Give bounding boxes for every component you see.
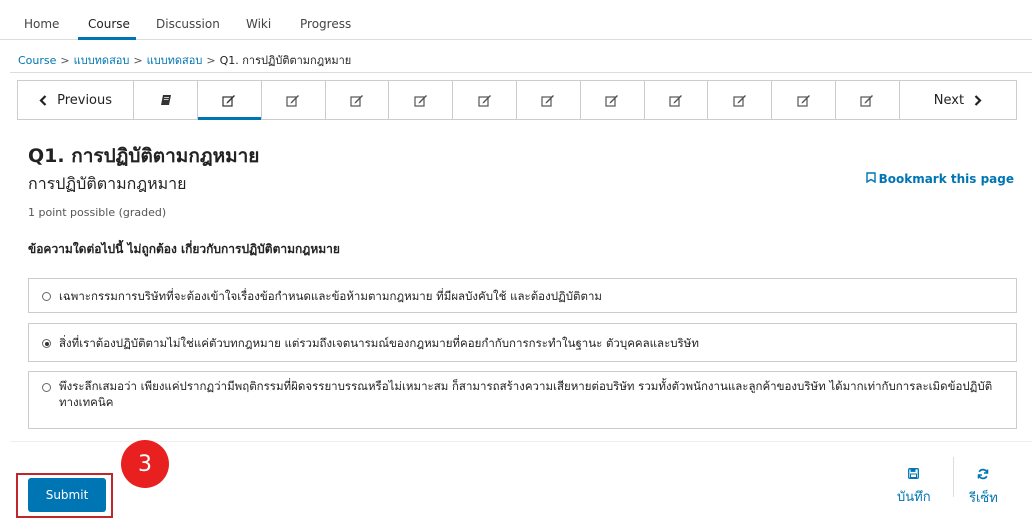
actions-divider	[10, 441, 1032, 442]
bookmark-icon	[865, 172, 876, 186]
breadcrumb-current: Q1. การปฏิบัติตามกฎหมาย	[219, 54, 352, 67]
breadcrumb: Course > แบบทดสอบ > แบบทดสอบ > Q1. การปฏิบัติต…	[18, 51, 351, 69]
edit-icon	[733, 94, 747, 107]
edit-icon	[286, 94, 300, 107]
breadcrumb-separator: >	[133, 54, 143, 67]
sequence-tab-11[interactable]	[772, 81, 837, 119]
option-text: สิ่งที่เราต้องปฏิบัติตามไม่ใช่แค่ตัวบทกฎ…	[59, 336, 699, 350]
bookmark-button[interactable]: Bookmark this page	[865, 172, 1014, 186]
problem-title: Q1. การปฏิบัติตามกฎหมาย	[28, 145, 260, 167]
sequence-tab-8[interactable]	[581, 81, 645, 119]
course-tabs-bar: Home Course Discussion Wiki Progress	[0, 0, 1032, 40]
breadcrumb-course[interactable]: Course	[18, 54, 56, 67]
radio-button-selected[interactable]	[42, 339, 51, 348]
sequence-nav: Previous Next	[17, 80, 1017, 120]
breadcrumb-separator: >	[206, 54, 216, 67]
tab-home[interactable]: Home	[24, 17, 59, 31]
edit-icon	[414, 94, 428, 107]
radio-button[interactable]	[42, 383, 51, 392]
tab-discussion[interactable]: Discussion	[156, 17, 220, 31]
option-text: เฉพาะกรรมการบริษัทที่จะต้องเข้าใจเรื่องข…	[59, 289, 603, 303]
sequence-tab-9[interactable]	[645, 81, 709, 119]
reset-button[interactable]: รีเซ็ท	[969, 468, 998, 508]
breadcrumb-section[interactable]: แบบทดสอบ	[74, 54, 130, 67]
option-text: พึงระลึกเสมอว่า เพียงแค่ปรากฏว่ามีพฤติกร…	[59, 379, 993, 409]
breadcrumb-divider	[10, 72, 1032, 73]
edit-icon	[222, 94, 236, 107]
sequence-tab-6[interactable]	[453, 81, 517, 119]
sequence-tab-1[interactable]	[134, 81, 198, 119]
sequence-tab-5[interactable]	[389, 81, 454, 119]
edit-icon	[669, 94, 683, 107]
sequence-tab-4[interactable]	[326, 81, 390, 119]
breadcrumb-separator: >	[60, 54, 70, 67]
chevron-right-icon	[974, 94, 982, 106]
tab-progress[interactable]: Progress	[300, 17, 351, 31]
sequence-tab-3[interactable]	[262, 81, 326, 119]
edit-icon	[605, 94, 619, 107]
edit-icon	[797, 94, 811, 107]
submit-button[interactable]: Submit	[28, 478, 106, 512]
tab-course[interactable]: Course	[88, 17, 130, 31]
step-number-badge: 3	[121, 440, 169, 488]
previous-label: Previous	[57, 92, 113, 108]
edit-icon	[350, 94, 364, 107]
reset-label: รีเซ็ท	[969, 491, 998, 506]
save-icon	[908, 468, 920, 483]
problem-subtitle: การปฏิบัติตามกฎหมาย	[28, 174, 187, 193]
sequence-tab-12[interactable]	[836, 81, 900, 119]
edit-icon	[860, 94, 874, 107]
book-icon	[160, 94, 172, 106]
edit-icon	[541, 94, 555, 107]
active-tab-indicator	[78, 37, 136, 40]
answer-option-3[interactable]: พึงระลึกเสมอว่า เพียงแค่ปรากฏว่ามีพฤติกร…	[28, 371, 1017, 429]
points-possible: 1 point possible (graded)	[28, 206, 167, 219]
tab-wiki[interactable]: Wiki	[246, 17, 271, 31]
answer-option-1[interactable]: เฉพาะกรรมการบริษัทที่จะต้องเข้าใจเรื่องข…	[28, 278, 1017, 313]
edit-icon	[477, 94, 492, 107]
next-button[interactable]: Next	[900, 81, 1016, 119]
action-separator	[953, 457, 954, 497]
answer-option-2[interactable]: สิ่งที่เราต้องปฏิบัติตามไม่ใช่แค่ตัวบทกฎ…	[28, 323, 1017, 362]
sequence-tab-10[interactable]	[708, 81, 773, 119]
chevron-left-icon	[39, 94, 47, 106]
radio-button[interactable]	[42, 292, 51, 301]
bookmark-label: Bookmark this page	[878, 172, 1014, 186]
next-label: Next	[933, 92, 965, 108]
refresh-icon	[977, 468, 989, 484]
breadcrumb-subsection[interactable]: แบบทดสอบ	[147, 54, 203, 67]
sequence-tab-2[interactable]	[197, 81, 262, 120]
save-label: บันทึก	[897, 490, 931, 505]
previous-button[interactable]: Previous	[18, 81, 135, 119]
question-text: ข้อความใดต่อไปนี้ ไม่ถูกต้อง เกี่ยวกับกา…	[28, 242, 340, 256]
save-button[interactable]: บันทึก	[897, 468, 931, 507]
sequence-tab-7[interactable]	[517, 81, 581, 119]
